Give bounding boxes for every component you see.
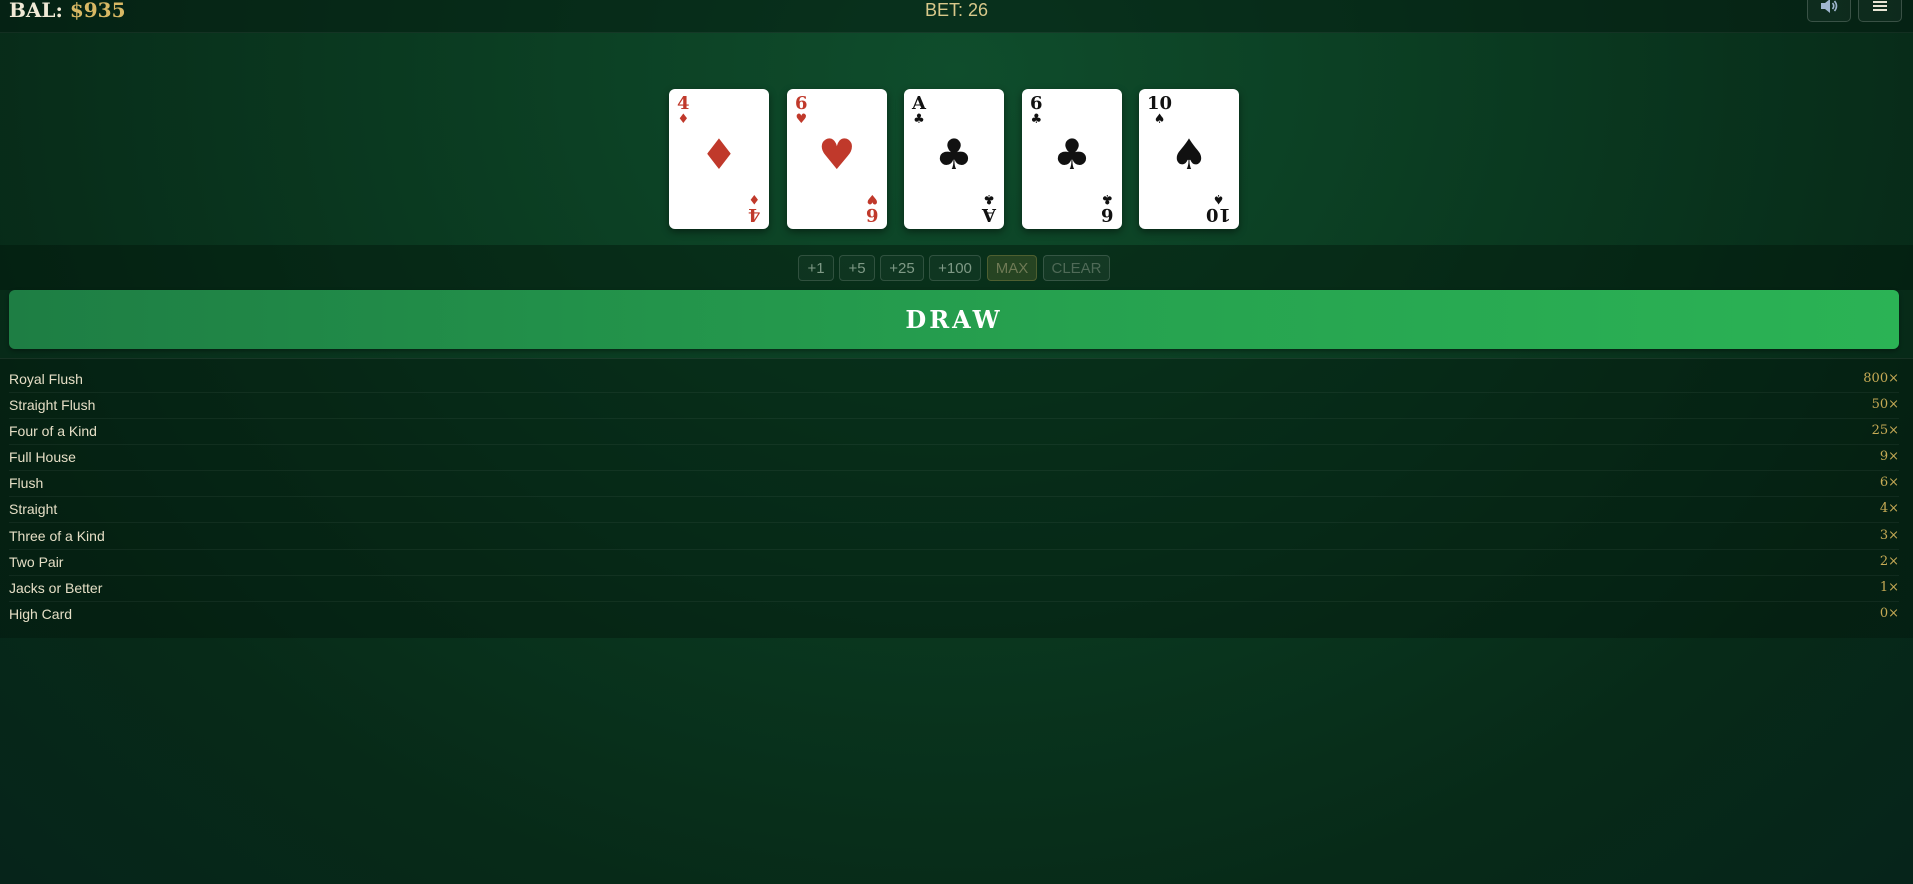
paytable-hand-name: Flush [9, 475, 44, 491]
card-suit-icon: ♣ [913, 112, 925, 127]
paytable-row: Straight 4× [9, 497, 1899, 523]
card-suit-icon: ♣ [1030, 112, 1043, 127]
paytable-hand-name: Two Pair [9, 554, 64, 570]
paytable-hand-name: Three of a Kind [9, 528, 105, 544]
paytable-row: Royal Flush 800× [9, 367, 1899, 393]
bet-plus-1-button[interactable]: +1 [798, 255, 834, 281]
card-suit-icon: ♥ [795, 112, 808, 127]
bet-max-button[interactable]: MAX [987, 255, 1037, 281]
paytable-hand-name: Royal Flush [9, 371, 83, 387]
card-hand: 4 ♦ ♦ 4 ♦ 6 ♥ ♥ 6 ♥ A ♣ ♣ A ♣ 6 ♣ ♣ 6 ♣ … [0, 89, 1913, 229]
paytable-hand-name: Four of a Kind [9, 423, 97, 439]
paytable-row: Full House 9× [9, 445, 1899, 471]
card-center-suit-icon: ♦ [700, 130, 738, 179]
card-rank: 4 [748, 204, 761, 225]
paytable-multiplier: 800× [1863, 371, 1899, 386]
paytable-hand-name: High Card [9, 606, 73, 622]
card-corner-top: 6 ♣ [1030, 93, 1043, 127]
card-center-suit-icon: ♥ [818, 130, 856, 179]
paytable-multiplier: 1× [1879, 580, 1899, 595]
paytable-row: Flush 6× [9, 471, 1899, 497]
paytable-multiplier: 0× [1879, 606, 1899, 621]
bet-clear-button[interactable]: CLEAR [1043, 255, 1110, 281]
paytable-row: Three of a Kind 3× [9, 524, 1899, 550]
playing-card[interactable]: 4 ♦ ♦ 4 ♦ [669, 89, 769, 229]
paytable-multiplier: 3× [1879, 528, 1899, 543]
bet-plus-100-button[interactable]: +100 [929, 255, 981, 281]
card-rank: A [982, 204, 996, 225]
playing-card[interactable]: 6 ♥ ♥ 6 ♥ [787, 89, 887, 229]
top-bar: BAL: $935 BET: 26 [0, 0, 1913, 33]
bet-display: BET: 26 [924, 0, 989, 20]
paytable-multiplier: 9× [1879, 449, 1899, 464]
card-suit-icon: ♥ [866, 191, 879, 206]
paytable-row: Jacks or Better 1× [9, 576, 1899, 602]
card-suit-icon: ♦ [748, 191, 761, 206]
draw-button[interactable]: DRAW [9, 290, 1899, 349]
paytable-multiplier: 25× [1871, 423, 1899, 438]
paytable-row: Straight Flush 50× [9, 393, 1899, 419]
card-corner-top: A ♣ [912, 93, 926, 127]
card-suit-icon: ♣ [983, 191, 995, 206]
card-suit-icon: ♠ [1153, 112, 1166, 127]
paytable-row: High Card 0× [9, 602, 1899, 628]
sound-button[interactable] [1807, 0, 1851, 22]
card-corner-bottom: 10 ♠ [1205, 191, 1231, 225]
speaker-icon [1819, 0, 1839, 19]
card-rank: A [912, 93, 926, 114]
card-rank: 10 [1205, 204, 1231, 225]
playing-card[interactable]: 10 ♠ ♠ 10 ♠ [1139, 89, 1239, 229]
card-corner-bottom: 6 ♥ [866, 191, 879, 225]
paytable-hand-name: Full House [9, 449, 76, 465]
paytable: Royal Flush 800× Straight Flush 50× Four… [0, 358, 1913, 638]
card-rank: 4 [677, 93, 690, 114]
hamburger-menu-icon [1872, 0, 1888, 18]
bet-plus-5-button[interactable]: +5 [839, 255, 875, 281]
paytable-multiplier: 6× [1879, 475, 1899, 490]
card-rank: 6 [795, 93, 808, 114]
playing-card[interactable]: A ♣ ♣ A ♣ [904, 89, 1004, 229]
paytable-multiplier: 4× [1879, 501, 1899, 516]
paytable-multiplier: 2× [1879, 554, 1899, 569]
paytable-hand-name: Jacks or Better [9, 580, 103, 596]
card-corner-bottom: 6 ♣ [1101, 191, 1114, 225]
paytable-multiplier: 50× [1871, 397, 1899, 412]
card-corner-top: 6 ♥ [795, 93, 808, 127]
card-rank: 6 [1030, 93, 1043, 114]
card-corner-top: 10 ♠ [1147, 93, 1173, 127]
paytable-hand-name: Straight [9, 501, 58, 517]
card-center-suit-icon: ♣ [1053, 130, 1091, 179]
bet-plus-25-button[interactable]: +25 [880, 255, 924, 281]
paytable-row: Four of a Kind 25× [9, 419, 1899, 445]
paytable-hand-name: Straight Flush [9, 397, 96, 413]
card-corner-bottom: A ♣ [982, 191, 996, 225]
playing-card[interactable]: 6 ♣ ♣ 6 ♣ [1022, 89, 1122, 229]
card-center-suit-icon: ♣ [935, 130, 973, 179]
menu-button[interactable] [1858, 0, 1902, 22]
bet-controls: +1 +5 +25 +100 MAX CLEAR [0, 245, 1913, 290]
card-corner-top: 4 ♦ [677, 93, 690, 127]
card-suit-icon: ♣ [1101, 191, 1114, 206]
card-corner-bottom: 4 ♦ [748, 191, 761, 225]
card-center-suit-icon: ♠ [1170, 130, 1208, 179]
card-suit-icon: ♦ [677, 112, 690, 127]
card-rank: 6 [1101, 204, 1114, 225]
paytable-row: Two Pair 2× [9, 550, 1899, 576]
card-rank: 10 [1147, 93, 1173, 114]
card-rank: 6 [866, 204, 879, 225]
